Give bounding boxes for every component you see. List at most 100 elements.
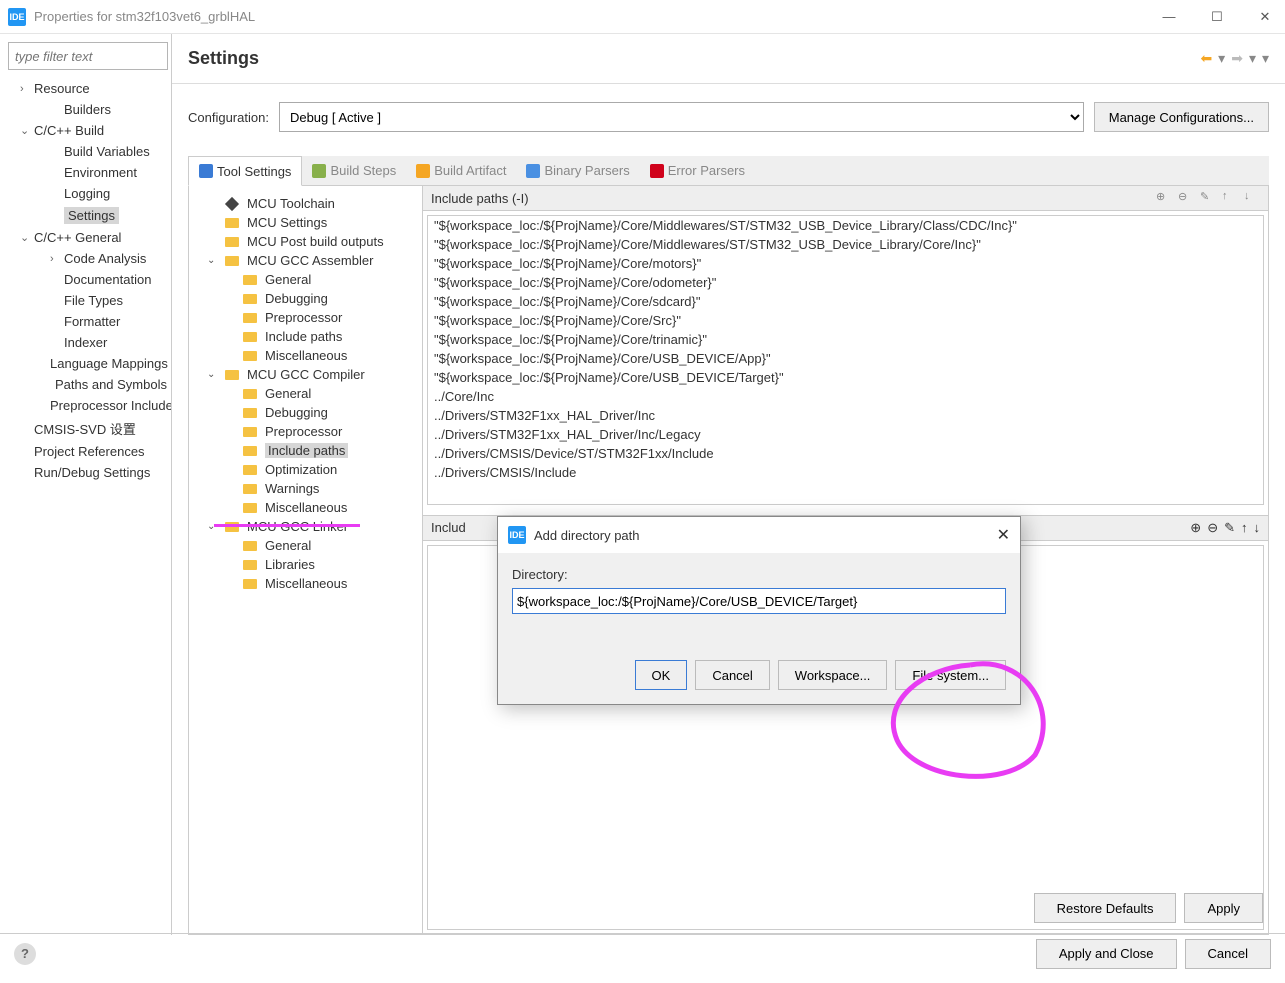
edit-icon[interactable]: ✎ (1224, 520, 1235, 536)
directory-label: Directory: (512, 567, 1006, 582)
tool-item-mcu-gcc-assembler[interactable]: ⌄MCU GCC Assembler (193, 251, 418, 270)
include-path-item[interactable]: ../Drivers/STM32F1xx_HAL_Driver/Inc/Lega… (428, 425, 1263, 444)
nav-item-indexer[interactable]: Indexer (4, 332, 167, 353)
window-title: Properties for stm32f103vet6_grblHAL (34, 9, 255, 24)
tool-item-general[interactable]: General (193, 536, 418, 555)
configuration-label: Configuration: (188, 110, 269, 125)
move-down-icon[interactable]: ↓ (1254, 520, 1261, 536)
tool-item-general[interactable]: General (193, 270, 418, 289)
move-up-icon[interactable]: ↑ (1222, 190, 1238, 206)
move-up-icon[interactable]: ↑ (1241, 520, 1248, 536)
page-title: Settings (188, 48, 259, 69)
tool-item-debugging[interactable]: Debugging (193, 289, 418, 308)
configuration-select[interactable]: Debug [ Active ] (279, 102, 1084, 132)
nav-item-logging[interactable]: Logging (4, 183, 167, 204)
tool-item-miscellaneous[interactable]: Miscellaneous (193, 346, 418, 365)
help-icon[interactable]: ? (14, 943, 36, 965)
tab-binary-parsers[interactable]: Binary Parsers (516, 156, 639, 185)
nav-item-file-types[interactable]: File Types (4, 290, 167, 311)
maximize-button[interactable]: ☐ (1205, 9, 1229, 25)
tool-item-warnings[interactable]: Warnings (193, 479, 418, 498)
tool-item-mcu-toolchain[interactable]: MCU Toolchain (193, 194, 418, 213)
include-path-item[interactable]: "${workspace_loc:/${ProjName}/Core/odome… (428, 273, 1263, 292)
nav-item-run-debug-settings[interactable]: Run/Debug Settings (4, 462, 167, 483)
include-path-item[interactable]: "${workspace_loc:/${ProjName}/Core/Src}" (428, 311, 1263, 330)
tool-item-mcu-gcc-compiler[interactable]: ⌄MCU GCC Compiler (193, 365, 418, 384)
include-path-item[interactable]: ../Drivers/CMSIS/Device/ST/STM32F1xx/Inc… (428, 444, 1263, 463)
filter-input[interactable] (8, 42, 168, 70)
nav-item-preprocessor-include-paths[interactable]: Preprocessor Include Paths (4, 395, 167, 416)
tab-error-parsers[interactable]: Error Parsers (640, 156, 755, 185)
tab-tool-settings[interactable]: Tool Settings (188, 156, 302, 186)
nav-item-build-variables[interactable]: Build Variables (4, 141, 167, 162)
nav-item-code-analysis[interactable]: ›Code Analysis (4, 248, 167, 269)
include-files-header: Includ (431, 520, 466, 536)
include-path-item[interactable]: "${workspace_loc:/${ProjName}/Core/USB_D… (428, 349, 1263, 368)
directory-input[interactable] (512, 588, 1006, 614)
delete-icon[interactable]: ⊖ (1207, 520, 1218, 536)
workspace-button[interactable]: Workspace... (778, 660, 888, 690)
tool-item-libraries[interactable]: Libraries (193, 555, 418, 574)
include-paths-list[interactable]: "${workspace_loc:/${ProjName}/Core/Middl… (427, 215, 1264, 505)
tool-item-optimization[interactable]: Optimization (193, 460, 418, 479)
left-nav: ›ResourceBuilders⌄C/C++ BuildBuild Varia… (0, 34, 172, 935)
tool-item-general[interactable]: General (193, 384, 418, 403)
restore-defaults-button[interactable]: Restore Defaults (1034, 893, 1177, 923)
close-button[interactable]: ✕ (1253, 9, 1277, 25)
include-path-item[interactable]: "${workspace_loc:/${ProjName}/Core/motor… (428, 254, 1263, 273)
include-path-item[interactable]: "${workspace_loc:/${ProjName}/Core/Middl… (428, 235, 1263, 254)
nav-item-builders[interactable]: Builders (4, 99, 167, 120)
tool-item-miscellaneous[interactable]: Miscellaneous (193, 498, 418, 517)
nav-item-project-references[interactable]: Project References (4, 441, 167, 462)
ok-button[interactable]: OK (635, 660, 688, 690)
minimize-button[interactable]: — (1157, 9, 1181, 25)
forward-icon[interactable]: ➡ (1231, 50, 1243, 67)
include-path-item[interactable]: "${workspace_loc:/${ProjName}/Core/sdcar… (428, 292, 1263, 311)
manage-configurations-button[interactable]: Manage Configurations... (1094, 102, 1269, 132)
tool-item-miscellaneous[interactable]: Miscellaneous (193, 574, 418, 593)
include-path-item[interactable]: "${workspace_loc:/${ProjName}/Core/trina… (428, 330, 1263, 349)
nav-item-environment[interactable]: Environment (4, 162, 167, 183)
include-path-item[interactable]: ../Drivers/STM32F1xx_HAL_Driver/Inc (428, 406, 1263, 425)
include-paths-header: Include paths (-I) (431, 191, 529, 206)
annotation-underline (214, 524, 360, 527)
window-titlebar: IDE Properties for stm32f103vet6_grblHAL… (0, 0, 1285, 34)
tab-build-steps[interactable]: Build Steps (302, 156, 406, 185)
edit-icon[interactable]: ✎ (1200, 190, 1216, 206)
nav-item-c-c-build[interactable]: ⌄C/C++ Build (4, 120, 167, 141)
tool-item-mcu-settings[interactable]: MCU Settings (193, 213, 418, 232)
dialog-close-icon[interactable]: ✕ (997, 525, 1010, 545)
filesystem-button[interactable]: File system... (895, 660, 1006, 690)
include-path-item[interactable]: "${workspace_loc:/${ProjName}/Core/USB_D… (428, 368, 1263, 387)
add-icon[interactable]: ⊕ (1156, 190, 1172, 206)
tab-build-artifact[interactable]: Build Artifact (406, 156, 516, 185)
nav-item-language-mappings[interactable]: Language Mappings (4, 353, 167, 374)
move-down-icon[interactable]: ↓ (1244, 190, 1260, 206)
tool-item-preprocessor[interactable]: Preprocessor (193, 308, 418, 327)
tool-item-debugging[interactable]: Debugging (193, 403, 418, 422)
back-icon[interactable]: ⬅ (1200, 50, 1212, 67)
cancel-button[interactable]: Cancel (695, 660, 769, 690)
nav-item-paths-and-symbols[interactable]: Paths and Symbols (4, 374, 167, 395)
include-path-item[interactable]: ../Core/Inc (428, 387, 1263, 406)
cancel-button[interactable]: Cancel (1185, 939, 1271, 969)
nav-item-resource[interactable]: ›Resource (4, 78, 167, 99)
apply-button[interactable]: Apply (1184, 893, 1263, 923)
add-icon[interactable]: ⊕ (1190, 520, 1201, 536)
nav-item-cmsis-svd-[interactable]: CMSIS-SVD 设置 (4, 416, 167, 441)
nav-item-settings[interactable]: Settings (4, 204, 167, 227)
nav-item-c-c-general[interactable]: ⌄C/C++ General (4, 227, 167, 248)
tool-tree[interactable]: MCU ToolchainMCU SettingsMCU Post build … (189, 186, 423, 934)
tool-item-preprocessor[interactable]: Preprocessor (193, 422, 418, 441)
include-path-item[interactable]: ../Drivers/CMSIS/Include (428, 463, 1263, 482)
app-icon: IDE (8, 8, 26, 26)
tool-item-include-paths[interactable]: Include paths (193, 327, 418, 346)
include-path-item[interactable]: "${workspace_loc:/${ProjName}/Core/Middl… (428, 216, 1263, 235)
nav-item-formatter[interactable]: Formatter (4, 311, 167, 332)
tool-item-include-paths[interactable]: Include paths (193, 441, 418, 460)
delete-icon[interactable]: ⊖ (1178, 190, 1194, 206)
tool-item-mcu-post-build-outputs[interactable]: MCU Post build outputs (193, 232, 418, 251)
dialog-title: Add directory path (534, 528, 640, 543)
nav-item-documentation[interactable]: Documentation (4, 269, 167, 290)
apply-close-button[interactable]: Apply and Close (1036, 939, 1177, 969)
